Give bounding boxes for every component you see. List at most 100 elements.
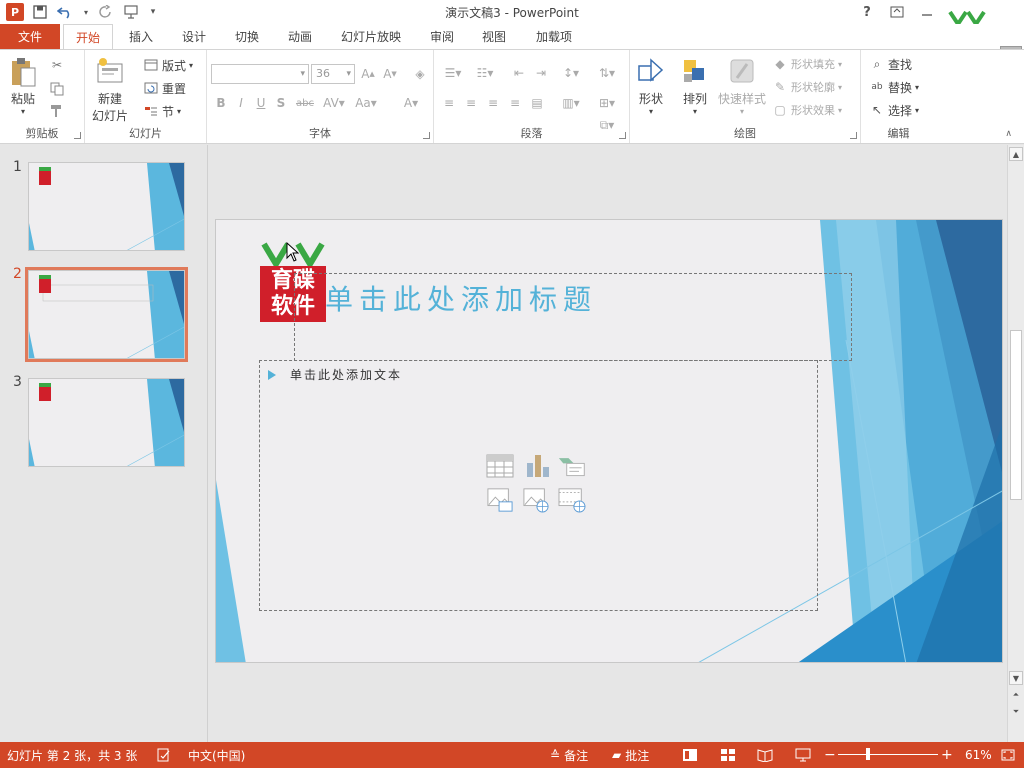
columns-icon[interactable]: ▥▾ <box>558 94 584 112</box>
scroll-up-icon[interactable]: ▲ <box>1009 147 1023 161</box>
slide-thumbnail-2[interactable] <box>25 267 188 362</box>
tab-addins[interactable]: 加载项 <box>524 24 584 49</box>
fit-slide-icon[interactable] <box>1000 742 1016 768</box>
reset-button[interactable]: 重置 <box>143 78 186 98</box>
insert-table-icon[interactable] <box>486 453 514 479</box>
shape-effects-button[interactable]: ▢ 形状效果 ▾ <box>772 100 842 120</box>
collapse-ribbon-icon[interactable]: ∧ <box>1005 129 1012 139</box>
underline-icon[interactable]: U <box>252 94 270 112</box>
cut-icon[interactable]: ✂ <box>48 56 66 74</box>
numbering-icon[interactable]: ☷▾ <box>472 64 498 82</box>
customize-qat-icon[interactable]: ▾ <box>148 2 158 22</box>
clear-format-icon[interactable]: ◈ <box>411 65 429 83</box>
zoom-in-icon[interactable]: + <box>941 742 953 768</box>
quick-styles-button[interactable]: 快速样式 ▾ <box>718 56 766 116</box>
shape-outline-button[interactable]: ✎ 形状轮廓 ▾ <box>772 77 842 97</box>
normal-view-icon[interactable] <box>682 742 698 768</box>
language-indicator[interactable]: 中文(中国) <box>188 742 245 768</box>
slide-thumbnail-3[interactable] <box>28 378 185 467</box>
slide-thumbnail-1[interactable] <box>28 162 185 251</box>
spell-check-icon[interactable] <box>157 742 171 768</box>
insert-picture-icon[interactable] <box>486 487 514 513</box>
zoom-level[interactable]: 61% <box>965 742 992 768</box>
tab-insert[interactable]: 插入 <box>117 24 165 49</box>
scrollbar-thumb[interactable] <box>1010 330 1022 500</box>
char-spacing-icon[interactable]: AV▾ <box>321 94 347 112</box>
justify-icon[interactable]: ≡ <box>506 94 524 112</box>
redo-icon[interactable] <box>96 2 116 22</box>
tab-home[interactable]: 开始 <box>63 24 113 50</box>
undo-icon[interactable] <box>56 2 76 22</box>
find-button[interactable]: ⌕ 查找 <box>869 54 912 74</box>
bold-icon[interactable]: B <box>212 94 230 112</box>
distributed-icon[interactable]: ▤ <box>528 94 546 112</box>
zoom-out-icon[interactable]: − <box>824 742 836 768</box>
align-text-icon[interactable]: ⊞▾ <box>594 94 620 112</box>
increase-font-icon[interactable]: A ▲ <box>359 65 377 83</box>
decrease-font-icon[interactable]: A ▼ <box>381 65 399 83</box>
help-icon[interactable]: ? <box>854 2 880 22</box>
tab-animations[interactable]: 动画 <box>276 24 324 49</box>
layout-button[interactable]: 版式 ▾ <box>143 55 193 75</box>
scroll-down-icon[interactable]: ▼ <box>1009 671 1023 685</box>
notes-button[interactable]: ≙ 备注 <box>550 742 588 768</box>
previous-slide-icon[interactable]: ⏶ <box>1009 688 1023 702</box>
start-from-beginning-icon[interactable] <box>122 2 142 22</box>
ribbon-display-options-icon[interactable] <box>884 2 910 22</box>
insert-chart-icon[interactable] <box>524 453 552 479</box>
powerpoint-logo-icon[interactable]: P <box>6 3 24 21</box>
shadow-icon[interactable]: S <box>272 94 290 112</box>
minimize-icon[interactable] <box>914 2 940 22</box>
next-slide-icon[interactable]: ⏷ <box>1009 705 1023 719</box>
slide-sorter-view-icon[interactable] <box>720 742 736 768</box>
tab-review[interactable]: 审阅 <box>418 24 466 49</box>
shapes-button[interactable]: 形状 ▾ <box>636 56 666 116</box>
arrange-button[interactable]: 排列 ▾ <box>680 56 710 116</box>
text-direction-icon[interactable]: ⇅▾ <box>594 64 620 82</box>
bullets-icon[interactable]: ☰▾ <box>440 64 466 82</box>
select-button[interactable]: ↖ 选择 ▾ <box>869 100 919 120</box>
zoom-slider-thumb[interactable] <box>866 748 870 760</box>
new-slide-button[interactable]: 新建 幻灯片 <box>92 56 128 124</box>
chevron-down-icon[interactable]: ▾ <box>82 2 90 22</box>
align-left-icon[interactable]: ≡ <box>440 94 458 112</box>
slideshow-view-icon[interactable] <box>795 742 811 768</box>
format-painter-icon[interactable] <box>48 102 66 120</box>
shape-fill-button[interactable]: ◆ 形状填充 ▾ <box>772 54 842 74</box>
align-center-icon[interactable]: ≡ <box>462 94 480 112</box>
decrease-indent-icon[interactable]: ⇤ <box>510 64 528 82</box>
slide-canvas[interactable]: 育碟 软件 单击此处添加标题 单击此处添加文本 <box>215 219 1003 663</box>
replace-button[interactable]: ab 替换 ▾ <box>869 77 919 97</box>
increase-indent-icon[interactable]: ⇥ <box>532 64 550 82</box>
vertical-scrollbar[interactable]: ▲ ▼ ⏶ ⏷ <box>1007 145 1024 742</box>
tab-transitions[interactable]: 切换 <box>223 24 271 49</box>
font-color-icon[interactable]: A▾ <box>399 94 423 112</box>
font-size-combo[interactable]: 36 <box>311 64 355 84</box>
save-icon[interactable] <box>30 2 50 22</box>
dialog-launcher-icon[interactable] <box>619 132 626 139</box>
copy-icon[interactable] <box>48 80 66 98</box>
insert-smartart-icon[interactable] <box>558 453 586 479</box>
dialog-launcher-icon[interactable] <box>423 132 430 139</box>
insert-video-icon[interactable] <box>558 487 586 513</box>
zoom-slider-track[interactable] <box>838 754 938 755</box>
reading-view-icon[interactable] <box>757 742 773 768</box>
paste-button[interactable]: 粘贴 ▾ <box>8 56 38 116</box>
dialog-launcher-icon[interactable] <box>74 132 81 139</box>
tab-design[interactable]: 设计 <box>170 24 218 49</box>
font-name-combo[interactable] <box>211 64 309 84</box>
tab-slideshow[interactable]: 幻灯片放映 <box>330 24 412 49</box>
change-case-icon[interactable]: Aa▾ <box>353 94 379 112</box>
line-spacing-icon[interactable]: ↕▾ <box>558 64 584 82</box>
strikethrough-icon[interactable]: abc <box>293 94 317 112</box>
tab-file[interactable]: 文件 <box>0 24 60 49</box>
tab-view[interactable]: 视图 <box>470 24 518 49</box>
insert-online-picture-icon[interactable] <box>522 487 550 513</box>
italic-icon[interactable]: I <box>232 94 250 112</box>
section-button[interactable]: 节 ▾ <box>143 101 181 121</box>
title-placeholder[interactable]: 单击此处添加标题 <box>294 273 852 361</box>
content-placeholder[interactable]: 单击此处添加文本 <box>259 360 818 611</box>
align-right-icon[interactable]: ≡ <box>484 94 502 112</box>
dialog-launcher-icon[interactable] <box>850 132 857 139</box>
comments-button[interactable]: ▰ 批注 <box>612 742 649 768</box>
